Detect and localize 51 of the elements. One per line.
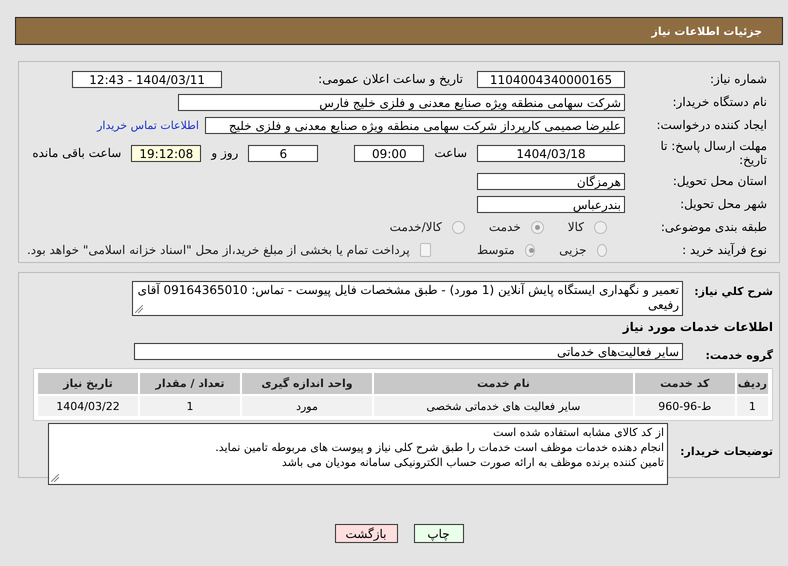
column-header: کد خدمت [634, 373, 735, 394]
deadline-time-field: 09:00 [354, 144, 424, 162]
radio-label: کالا/خدمت [390, 220, 442, 234]
days-field: 6 [248, 144, 318, 162]
table-cell: 1404/03/22 [38, 396, 138, 416]
field-label: توضیحات خریدار: [679, 444, 773, 458]
field-label: ایجاد کننده درخواست: [655, 118, 767, 132]
requester-field: علیرضا صمیمی کارپرداز شرکت سهامی منطقه ویژه صنایع معدنی و فلزی خلیج [205, 116, 625, 134]
need-number-field: 1104004340000165 [477, 70, 625, 88]
buyer-notes-textarea[interactable]: از کد کالای مشابه استفاده شده است انجام دهنده خدمات موظف است خدمات را طبق شرح کلی نیاز و پیوست های مربوطه تامین نماید. تامین کننده برنده موظف به ارائه صورت حساب الکترونیکی سامانه مودیان می باشد [48, 423, 668, 485]
field-label: شرح کلي نياز: [693, 284, 773, 298]
service-group-field: سایر فعالیت‌های خدماتی [134, 342, 683, 360]
table-cell: سایر فعالیت های خدماتی شخصی [374, 396, 633, 416]
radio-label: جزیی [559, 243, 587, 257]
section-heading: اطلاعات خدمات مورد نياز [621, 320, 773, 334]
print-button[interactable]: چاپ [414, 524, 464, 543]
checkbox-label: پرداخت تمام یا بخشی از مبلغ خرید،از محل "اسناد خزانه اسلامی" خواهد بود. [26, 243, 410, 257]
table-cell: 1 [140, 396, 240, 416]
description-textarea[interactable]: تعمیر و نگهداری ایستگاه پایش آنلاین (1 مورد) - طبق مشخصات فایل پیوست - تماس: 09164365010 آقای رفیعی [132, 281, 683, 316]
radio-label: متوسط [476, 243, 515, 257]
remaining-label: ساعت باقی مانده [32, 146, 122, 160]
buyer-org-field: شرکت سهامی منطقه ویژه صنایع معدنی و فلزی خلیج فارس [178, 94, 625, 110]
remaining-time-field: 19:12:08 [131, 144, 202, 162]
buyer-contact-link[interactable]: اطلاعات تماس خریدار [97, 118, 199, 132]
table-cell: مورد [242, 396, 372, 416]
time-label: ساعت [434, 146, 467, 160]
city-field: بندرعباس [477, 196, 625, 212]
province-field: هرمزگان [477, 172, 625, 190]
field-label: شماره نیاز: [709, 72, 767, 86]
deadline-date-field: 1404/03/18 [477, 144, 625, 162]
field-label: نوع فرآیند خرید : [681, 243, 767, 257]
radio-label: خدمت [488, 220, 521, 234]
announce-date-field: 1404/03/11 - 12:43 [72, 70, 222, 88]
field-label: نام دستگاه خریدار: [672, 95, 767, 109]
field-label: گروه خدمت: [704, 348, 773, 362]
column-header: تاریخ نیاز [38, 373, 138, 394]
table-cell: 1 [736, 396, 768, 416]
radio-label: کالا [568, 220, 584, 234]
field-label: تاریخ و ساعت اعلان عمومی: [318, 72, 463, 86]
table-cell: ط-96-960 [634, 396, 735, 416]
field-label: شهر محل تحویل: [679, 197, 767, 211]
field-label: طبقه بندی موضوعی: [660, 220, 767, 234]
back-button[interactable]: بازگشت [334, 524, 398, 543]
column-header: تعداد / مقدار [140, 373, 240, 394]
field-label: مهلت ارسال پاسخ: تا تاریخ: [659, 139, 767, 167]
page-title: جزئیات اطلاعات نیاز [652, 24, 762, 38]
column-header: نام خدمت [374, 373, 633, 394]
column-header: واحد اندازه گیری [242, 373, 372, 394]
field-label: استان محل تحویل: [672, 174, 767, 188]
days-label: روز و [211, 146, 238, 160]
column-header: ردیف [736, 373, 768, 394]
